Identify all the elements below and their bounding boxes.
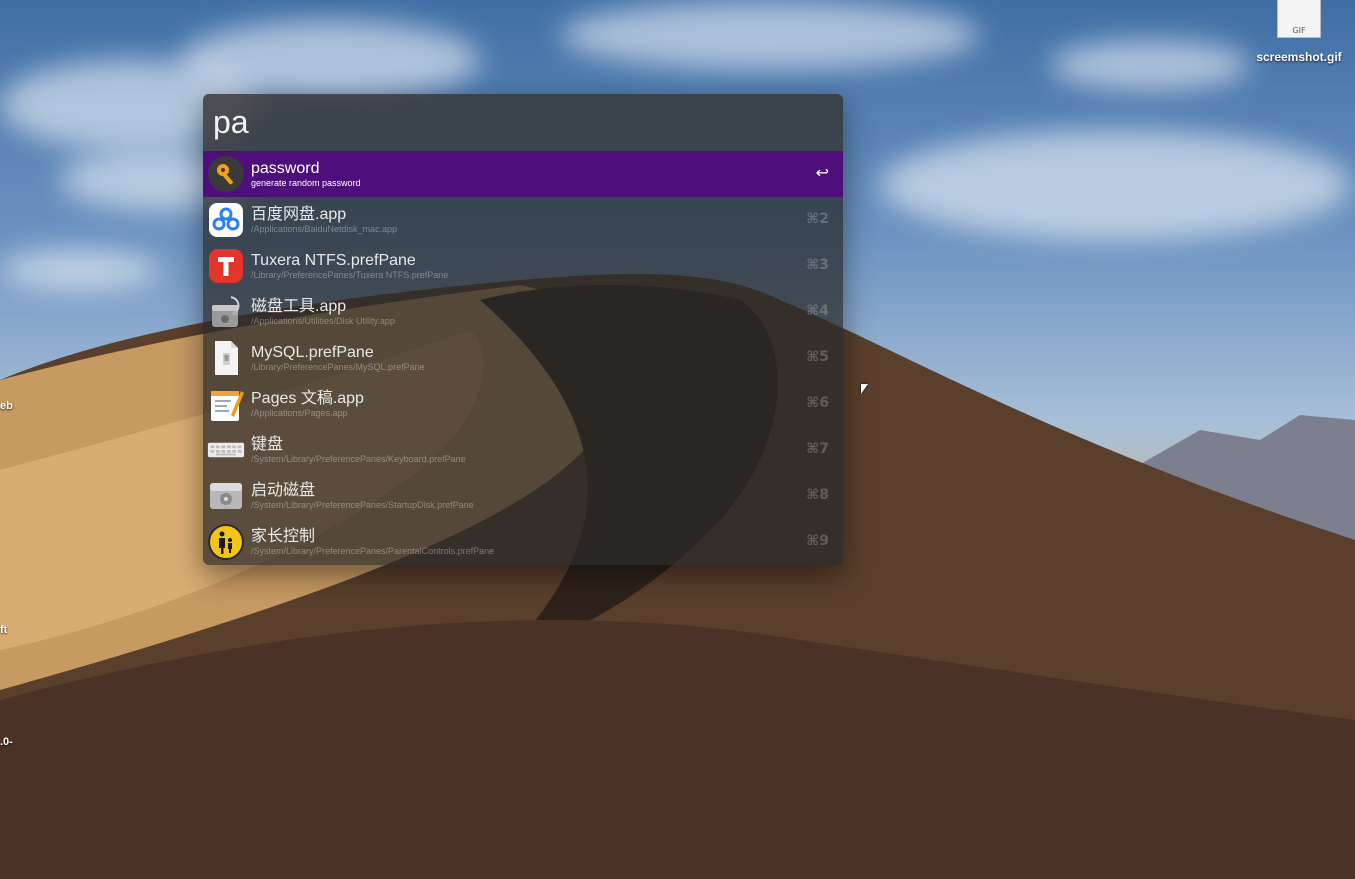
result-shortcut: ⌘8	[806, 487, 829, 503]
result-subtitle: /Library/PreferencePanes/Tuxera NTFS.pre…	[251, 269, 449, 280]
result-subtitle: /Applications/Pages.app	[251, 407, 348, 418]
document-icon	[207, 339, 245, 377]
desktop-edge-label[interactable]: .0-	[0, 736, 13, 748]
result-subtitle: /System/Library/PreferencePanes/StartupD…	[251, 499, 474, 510]
gif-file-icon: GIF	[1277, 0, 1321, 38]
result-item-tuxera-ntfs[interactable]: Tuxera NTFS.prefPane /Library/Preference…	[203, 243, 843, 289]
result-item-startup-disk[interactable]: 启动磁盘 /System/Library/PreferencePanes/Sta…	[203, 473, 843, 519]
tuxera-icon	[207, 247, 245, 285]
desktop-edge-label[interactable]: eb	[0, 400, 13, 412]
result-item-parental-controls[interactable]: 家长控制 /System/Library/PreferencePanes/Par…	[203, 519, 843, 565]
result-item-disk-utility[interactable]: 磁盘工具.app /Applications/Utilities/Disk Ut…	[203, 289, 843, 335]
pages-icon	[207, 385, 245, 423]
result-shortcut: ↩	[815, 163, 829, 182]
desktop-file-screemshot[interactable]: GIF screemshot.gif	[1244, 0, 1354, 64]
mouse-cursor-icon	[861, 384, 868, 394]
result-shortcut: ⌘7	[806, 441, 829, 457]
result-subtitle: generate random password	[251, 177, 361, 188]
result-item-baidu-netdisk[interactable]: 百度网盘.app /Applications/BaiduNetdisk_mac.…	[203, 197, 843, 243]
desktop-file-name: screemshot.gif	[1256, 50, 1342, 64]
result-title: 百度网盘.app	[251, 205, 347, 223]
result-shortcut: ⌘3	[806, 257, 829, 273]
result-subtitle: /System/Library/PreferencePanes/Keyboard…	[251, 453, 466, 464]
result-title: 家长控制	[251, 527, 316, 545]
desktop-edge-label[interactable]: ft	[0, 624, 7, 636]
startup-disk-icon	[207, 477, 245, 515]
result-title: password	[251, 159, 320, 177]
disk-utility-icon	[207, 293, 245, 331]
result-item-pages[interactable]: Pages 文稿.app /Applications/Pages.app ⌘6	[203, 381, 843, 427]
results-list: password generate random password ↩ 百度网盘…	[203, 151, 843, 565]
result-shortcut: ⌘4	[806, 303, 829, 319]
result-subtitle: /Applications/Utilities/Disk Utility.app	[251, 315, 395, 326]
search-bar	[203, 94, 843, 151]
result-shortcut: ⌘5	[806, 349, 829, 365]
keyboard-icon	[207, 431, 245, 469]
result-shortcut: ⌘2	[806, 211, 829, 227]
result-subtitle: /Library/PreferencePanes/MySQL.prefPane	[251, 361, 425, 372]
result-title: MySQL.prefPane	[251, 343, 374, 361]
result-subtitle: /System/Library/PreferencePanes/Parental…	[251, 545, 495, 556]
result-subtitle: /Applications/BaiduNetdisk_mac.app	[251, 223, 398, 234]
result-title: 磁盘工具.app	[251, 297, 347, 315]
result-item-mysql[interactable]: MySQL.prefPane /Library/PreferencePanes/…	[203, 335, 843, 381]
file-type-caption: GIF	[1292, 26, 1306, 35]
baidu-netdisk-icon	[207, 201, 245, 239]
result-shortcut: ⌘9	[806, 533, 829, 549]
result-title: Tuxera NTFS.prefPane	[251, 251, 416, 269]
launcher-panel: password generate random password ↩ 百度网盘…	[203, 94, 843, 565]
result-item-keyboard[interactable]: 键盘 /System/Library/PreferencePanes/Keybo…	[203, 427, 843, 473]
result-title: 键盘	[251, 435, 284, 453]
key-icon	[207, 155, 245, 193]
result-item-password[interactable]: password generate random password ↩	[203, 151, 843, 197]
parental-controls-icon	[207, 523, 245, 561]
result-title: Pages 文稿.app	[251, 389, 364, 407]
search-input[interactable]	[213, 104, 813, 141]
result-title: 启动磁盘	[251, 481, 316, 499]
result-shortcut: ⌘6	[806, 395, 829, 411]
